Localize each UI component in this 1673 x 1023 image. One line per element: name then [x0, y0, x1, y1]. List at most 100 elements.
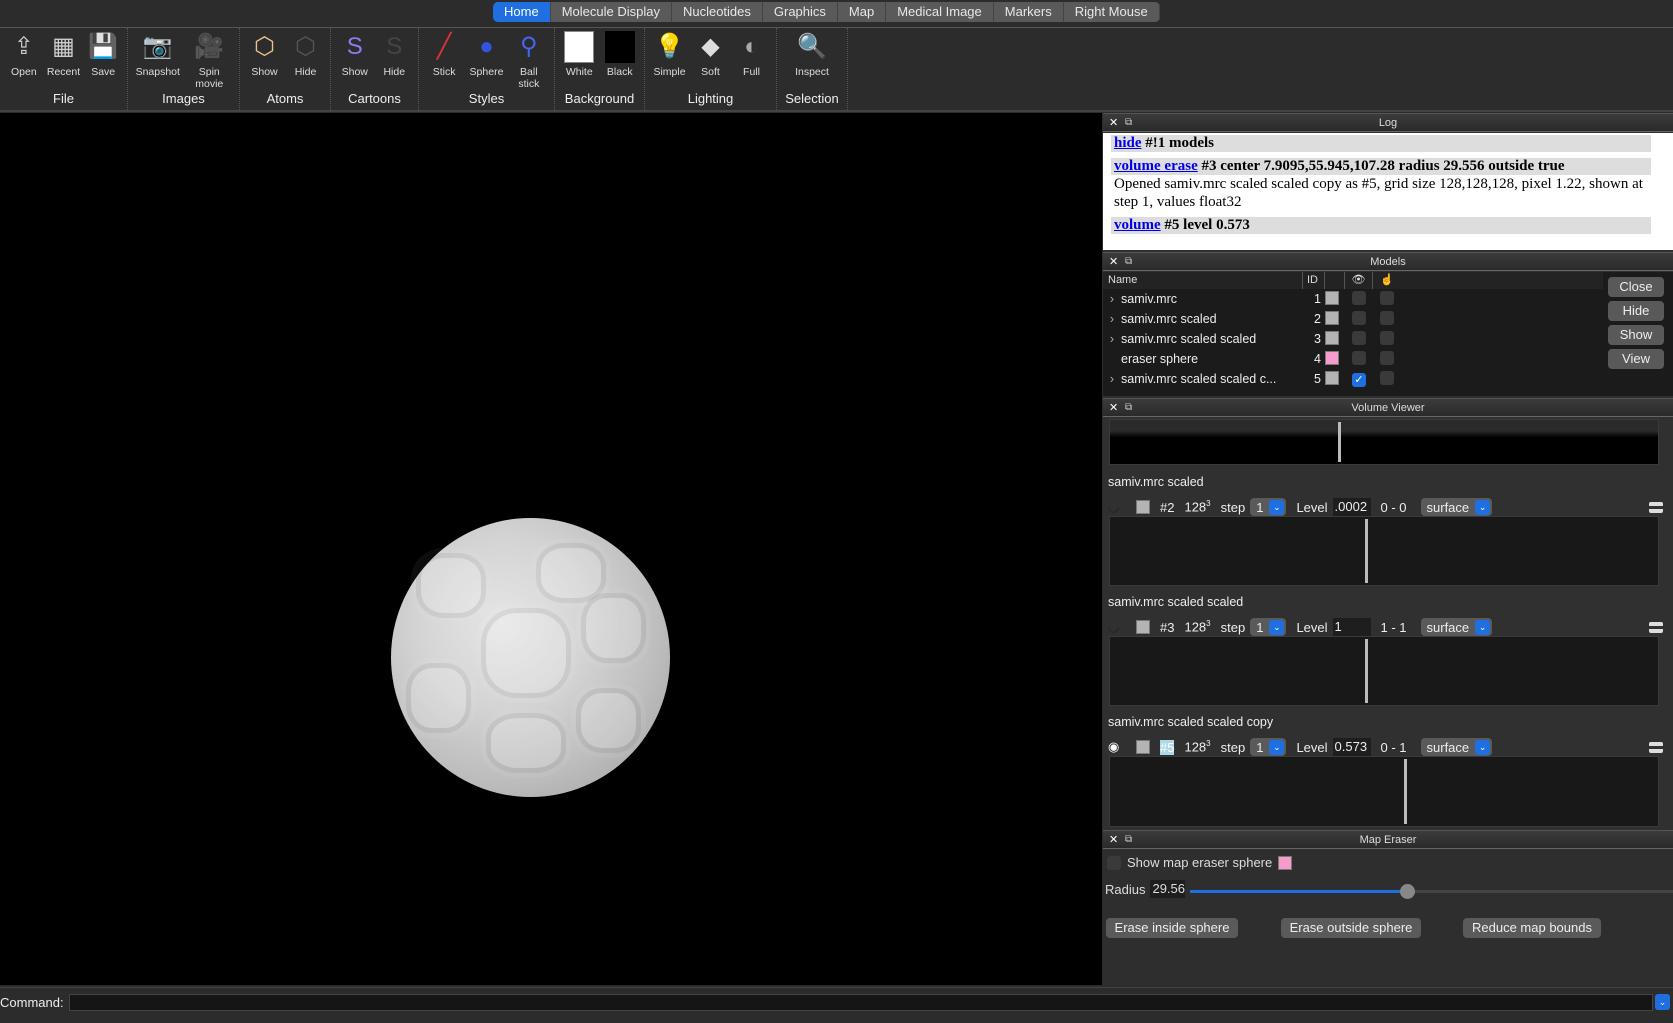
log-link[interactable]: hide	[1114, 135, 1142, 151]
select-hand-icon[interactable]: ☝	[1373, 272, 1401, 289]
style-dropdown[interactable]: surface ⌄	[1420, 498, 1493, 516]
model-shown-checkbox[interactable]	[1352, 330, 1366, 345]
step-dropdown[interactable]: 1 ⌄	[1250, 738, 1287, 756]
model-shown-checkbox[interactable]	[1352, 350, 1366, 365]
collapse-icon[interactable]	[1649, 621, 1663, 633]
threshold-marker[interactable]	[1365, 519, 1368, 583]
slider-handle[interactable]	[1400, 884, 1416, 899]
show-sphere-checkbox[interactable]	[1107, 855, 1121, 870]
model-row[interactable]: › samiv.mrc 1	[1103, 289, 1673, 309]
model-row[interactable]: › samiv.mrc scaled 2	[1103, 309, 1673, 329]
model-select-checkbox[interactable]	[1380, 290, 1394, 305]
expand-chevron-icon[interactable]: ›	[1103, 332, 1121, 346]
view-button[interactable]: View	[1608, 349, 1664, 369]
expand-chevron-icon[interactable]: ›	[1103, 312, 1121, 326]
selection-inspect-button[interactable]: 🔍 Inspect	[792, 31, 832, 79]
lighting-full-button[interactable]: ◐ Full	[732, 31, 772, 79]
float-icon[interactable]: ⧉	[1125, 831, 1132, 849]
tab-nucleotides[interactable]: Nucleotides	[672, 2, 763, 22]
model-color-swatch[interactable]	[1325, 350, 1339, 365]
expand-chevron-icon[interactable]: ›	[1103, 372, 1121, 386]
threshold-marker[interactable]	[1365, 639, 1368, 703]
histogram[interactable]	[1109, 636, 1659, 706]
model-select-checkbox[interactable]	[1380, 330, 1394, 345]
threshold-marker[interactable]	[1404, 759, 1407, 824]
images-spin-movie-button[interactable]: 🎥 Spin movie	[189, 31, 229, 91]
float-icon[interactable]: ⧉	[1125, 114, 1132, 132]
eye-closed-icon[interactable]: ◡	[1108, 499, 1130, 515]
graphics-viewport[interactable]	[0, 113, 1102, 985]
show-button[interactable]: Show	[1608, 325, 1664, 345]
level-input[interactable]: 0.573	[1332, 738, 1371, 756]
step-dropdown[interactable]: 1 ⌄	[1250, 498, 1287, 516]
model-shown-checkbox[interactable]	[1352, 310, 1366, 325]
close-icon[interactable]: ✕	[1109, 399, 1118, 417]
atoms-hide-button[interactable]: ⬡ Hide	[286, 31, 326, 79]
model-row[interactable]: › samiv.mrc scaled scaled c... 5 ✓	[1103, 369, 1673, 389]
command-history-dropdown[interactable]: ⌄	[1655, 994, 1670, 1010]
eye-closed-icon[interactable]: ◡	[1108, 619, 1130, 635]
lighting-simple-button[interactable]: 💡 Simple	[650, 31, 690, 79]
expand-chevron-icon[interactable]: ›	[1103, 292, 1121, 306]
cartoons-show-button[interactable]: S Show	[335, 31, 375, 79]
radius-slider[interactable]	[1190, 884, 1673, 899]
atoms-show-button[interactable]: ⬡ Show	[245, 31, 285, 79]
cartoons-hide-button[interactable]: S Hide	[375, 31, 415, 79]
file-recent-button[interactable]: ▦ Recent	[44, 31, 84, 79]
column-color[interactable]	[1325, 272, 1345, 289]
images-snapshot-button[interactable]: 📷 Snapshot	[136, 31, 180, 90]
close-icon[interactable]: ✕	[1109, 253, 1118, 271]
close-icon[interactable]: ✕	[1109, 831, 1118, 849]
close-icon[interactable]: ✕	[1109, 114, 1118, 132]
model-row[interactable]: eraser sphere 4	[1103, 349, 1673, 369]
erase-outside-button[interactable]: Erase outside sphere	[1281, 918, 1421, 938]
background-black-button[interactable]: Black	[600, 31, 640, 78]
model-color-swatch[interactable]	[1325, 330, 1339, 345]
column-name[interactable]: Name	[1103, 272, 1303, 289]
histogram[interactable]	[1109, 756, 1659, 827]
styles-stick-button[interactable]: ╱ Stick	[424, 31, 464, 90]
erase-inside-button[interactable]: Erase inside sphere	[1106, 918, 1238, 938]
map-color-swatch[interactable]	[1136, 620, 1150, 634]
float-icon[interactable]: ⧉	[1125, 399, 1132, 417]
background-white-button[interactable]: White	[559, 31, 599, 78]
model-row[interactable]: › samiv.mrc scaled scaled 3	[1103, 329, 1673, 349]
tab-home[interactable]: Home	[493, 2, 551, 22]
model-color-swatch[interactable]	[1325, 370, 1339, 385]
level-input[interactable]: 1	[1332, 618, 1371, 636]
threshold-marker[interactable]	[1338, 422, 1341, 462]
step-dropdown[interactable]: 1 ⌄	[1250, 618, 1287, 636]
eye-icon[interactable]: 👁	[1345, 272, 1373, 289]
tab-medical-image[interactable]: Medical Image	[886, 2, 994, 22]
tab-graphics[interactable]: Graphics	[763, 2, 838, 22]
histogram[interactable]	[1109, 419, 1659, 465]
histogram[interactable]	[1109, 516, 1659, 586]
command-input[interactable]	[69, 994, 1653, 1011]
collapse-icon[interactable]	[1649, 501, 1663, 513]
log-link[interactable]: volume	[1114, 217, 1161, 233]
file-save-button[interactable]: 💾 Save	[83, 31, 123, 79]
tab-markers[interactable]: Markers	[994, 2, 1064, 22]
map-color-swatch[interactable]	[1136, 500, 1150, 514]
log-link[interactable]: volume erase	[1114, 158, 1198, 174]
radius-input[interactable]: 29.56	[1150, 880, 1186, 898]
tab-right-mouse[interactable]: Right Mouse	[1064, 2, 1160, 22]
lighting-soft-button[interactable]: ◆ Soft	[691, 31, 731, 79]
level-input[interactable]: .0002	[1332, 498, 1371, 516]
sphere-color-swatch[interactable]	[1278, 855, 1293, 870]
model-color-swatch[interactable]	[1325, 310, 1339, 325]
model-color-swatch[interactable]	[1325, 290, 1339, 305]
model-select-checkbox[interactable]	[1380, 350, 1394, 365]
styles-sphere-button[interactable]: ● Sphere	[466, 31, 506, 90]
tab-map[interactable]: Map	[838, 2, 887, 22]
float-icon[interactable]: ⧉	[1125, 253, 1132, 271]
style-dropdown[interactable]: surface ⌄	[1420, 618, 1493, 636]
collapse-icon[interactable]	[1649, 741, 1663, 753]
eye-open-icon[interactable]: ◉	[1108, 739, 1130, 755]
reduce-bounds-button[interactable]: Reduce map bounds	[1463, 918, 1601, 938]
tab-molecule-display[interactable]: Molecule Display	[551, 2, 672, 22]
close-button[interactable]: Close	[1608, 277, 1664, 297]
style-dropdown[interactable]: surface ⌄	[1420, 738, 1493, 756]
map-color-swatch[interactable]	[1136, 740, 1150, 754]
file-open-button[interactable]: ⇪ Open	[4, 31, 44, 79]
